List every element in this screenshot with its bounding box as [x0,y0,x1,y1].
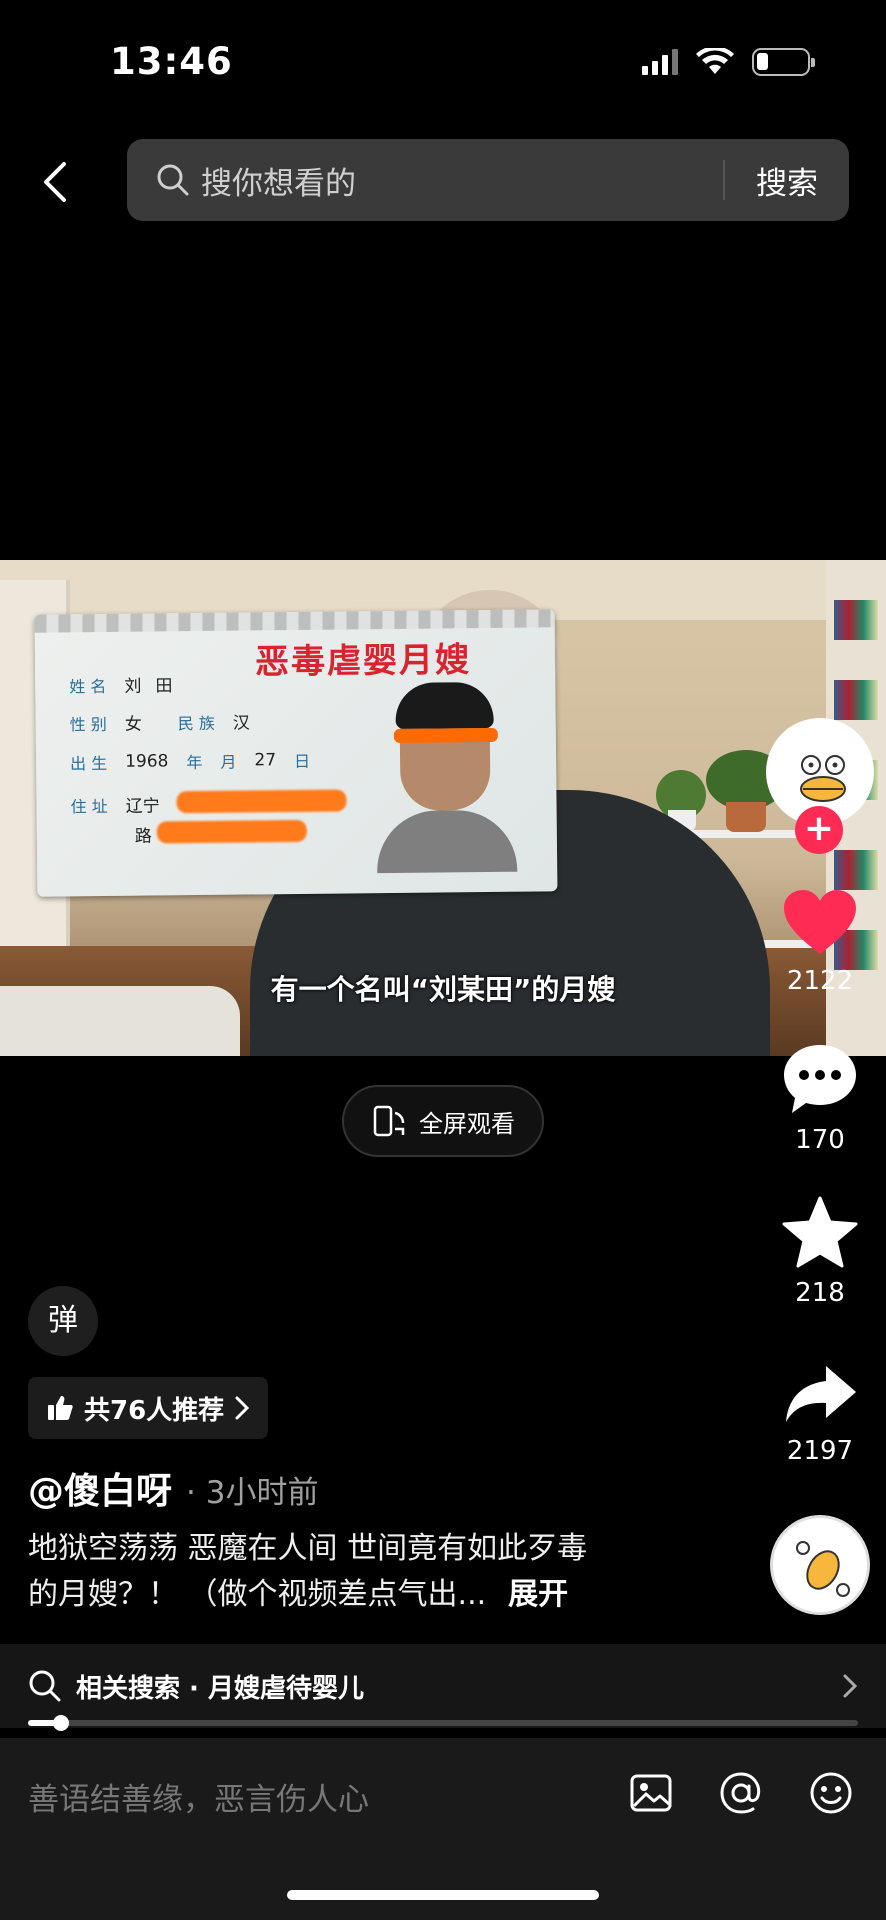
id-card-overlay: 恶毒虐婴月嫂 姓 名 刘 田 性 别 女 民 族 汉 出 生 1968 年 月 … [34,609,558,897]
video-progress-bar[interactable] [28,1715,858,1731]
chevron-right-icon [235,1396,250,1420]
post-description[interactable]: 地狱空荡荡 恶魔在人间 世间竟有如此歹毒 的月嫂？！ （做个视频差点气出... 展… [28,1526,728,1618]
chevron-left-icon [44,162,66,202]
post-time: · 3小时前 [186,1475,319,1511]
battery-icon [752,48,815,76]
share-icon [786,1366,856,1422]
follow-button[interactable]: + [795,806,843,854]
desc-line-2: 的月嫂？！ （做个视频差点气出... [28,1577,487,1612]
author-name[interactable]: @傻白呀 [28,1471,172,1512]
status-time: 13:46 [110,40,233,83]
comment-icon [784,1045,856,1113]
video-subtitle: 有一个名叫“刘某田”的月嫂 [270,973,616,1006]
signal-icon [642,49,678,75]
favorite-count: 218 [795,1278,845,1308]
fullscreen-label: 全屏观看 [419,1109,515,1138]
search-icon [29,1670,61,1702]
desc-line-1: 地狱空荡荡 恶魔在人间 世间竟有如此歹毒 [28,1531,588,1566]
redaction [176,789,347,814]
favorite-button[interactable]: 218 [770,1196,870,1308]
share-button[interactable]: 2197 [770,1362,870,1466]
back-button[interactable] [34,158,74,206]
related-search-label: 相关搜索 · 月嫂虐待婴儿 [76,1673,364,1704]
comment-count: 170 [795,1125,845,1155]
duck-disc-icon [773,1518,867,1612]
like-count: 2122 [786,966,854,996]
wifi-icon [696,48,734,74]
progress-handle[interactable] [53,1715,70,1731]
comment-input[interactable]: 善语结善缘，恶言伤人心 [28,1774,369,1819]
id-photo [365,670,527,874]
music-disc[interactable] [770,1515,870,1615]
share-count: 2197 [786,1436,854,1466]
plus-icon: + [803,808,835,849]
image-icon[interactable] [628,1770,674,1816]
recommend-chip[interactable]: 共76人推荐 [28,1377,269,1439]
rotate-phone-icon [373,1105,405,1137]
status-icons [642,48,815,76]
search-input[interactable]: 搜你想看的 [201,158,723,203]
search-icon [157,164,189,196]
author-line[interactable]: @傻白呀 · 3小时前 [28,1462,318,1514]
search-submit-button[interactable]: 搜索 [725,158,849,203]
emoji-icon[interactable] [808,1770,854,1816]
search-bar[interactable]: 搜你想看的 搜索 [127,139,849,221]
expand-button[interactable]: 展开 [508,1577,568,1612]
at-icon[interactable] [718,1770,764,1816]
like-button[interactable]: 2122 [770,888,870,996]
heart-icon [784,890,856,954]
video-player[interactable]: 恶毒虐婴月嫂 姓 名 刘 田 性 别 女 民 族 汉 出 生 1968 年 月 … [0,560,886,1056]
star-icon [782,1196,858,1268]
recommend-label: 共76人推荐 [84,1395,225,1426]
danmaku-toggle[interactable]: 弹 [28,1286,98,1356]
comment-button[interactable]: 170 [770,1043,870,1155]
fullscreen-button[interactable]: 全屏观看 [342,1085,544,1157]
redaction [156,819,307,844]
related-search[interactable]: 相关搜索 · 月嫂虐待婴儿 [0,1644,886,1728]
home-indicator[interactable] [287,1890,599,1900]
chevron-right-icon [843,1674,858,1698]
comment-bar: 善语结善缘，恶言伤人心 [0,1738,886,1920]
thumb-up-icon [48,1396,73,1420]
